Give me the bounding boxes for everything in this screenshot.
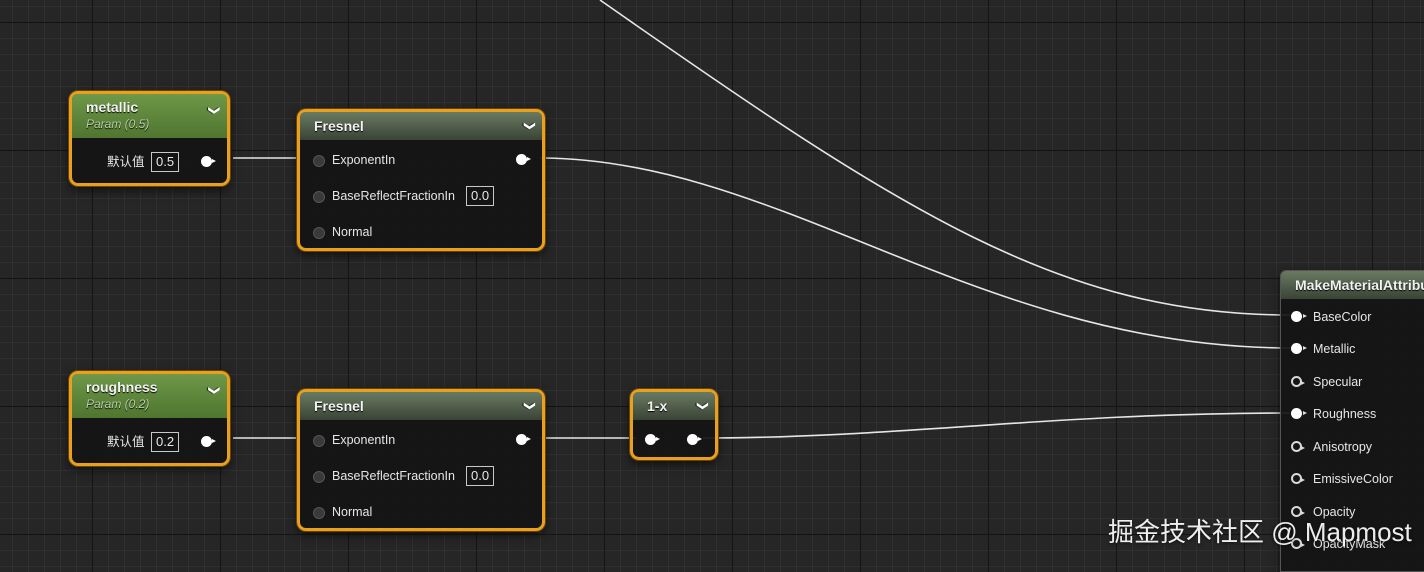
chevron-down-icon[interactable]: ❯ xyxy=(515,401,543,410)
pin-label: ExponentIn xyxy=(332,153,396,167)
node-header[interactable]: MakeMaterialAttributes xyxy=(1281,271,1424,299)
pin-label: ExponentIn xyxy=(332,433,396,447)
node-title: Fresnel xyxy=(314,398,364,414)
pin-roughness[interactable]: Roughness xyxy=(1281,404,1424,424)
pin-exponentin[interactable]: ExponentIn xyxy=(300,150,542,170)
chevron-down-icon[interactable]: ❯ xyxy=(515,121,543,130)
input-pin[interactable] xyxy=(313,471,325,483)
base-reflect-value-field[interactable]: 0.0 xyxy=(466,186,495,206)
pin-normal[interactable]: Normal xyxy=(300,502,542,522)
fresnel-node-1[interactable]: Fresnel ❯ ExponentIn BaseReflectFraction… xyxy=(297,109,545,251)
roughness-param-node[interactable]: roughness Param (0.2) ❯ 默认值 0.2 xyxy=(69,371,230,466)
node-title: Fresnel xyxy=(314,118,364,134)
node-header[interactable]: Fresnel ❯ xyxy=(300,112,542,140)
pin-normal[interactable]: Normal xyxy=(300,222,542,242)
fresnel-node-2[interactable]: Fresnel ❯ ExponentIn BaseReflectFraction… xyxy=(297,389,545,531)
output-pin[interactable] xyxy=(201,436,216,447)
pin-row xyxy=(633,430,715,450)
chevron-down-icon[interactable]: ❯ xyxy=(208,106,221,115)
default-value-row: 默认值 0.2 xyxy=(72,432,227,452)
base-reflect-value-field[interactable]: 0.0 xyxy=(466,466,495,486)
input-pin[interactable] xyxy=(313,191,325,203)
node-title: metallic xyxy=(86,99,139,115)
pin-specular[interactable]: Specular xyxy=(1281,372,1424,392)
node-title: MakeMaterialAttributes xyxy=(1295,277,1424,293)
pin-label: BaseReflectFractionIn xyxy=(332,189,455,203)
pin-label: EmissiveColor xyxy=(1313,472,1393,486)
input-pin[interactable] xyxy=(1291,441,1305,452)
pin-basecolor[interactable]: BaseColor xyxy=(1281,307,1424,327)
node-title: 1-x xyxy=(647,398,668,414)
wire-layer xyxy=(233,0,1291,439)
input-pin[interactable] xyxy=(645,434,660,445)
one-minus-node[interactable]: 1-x ❯ xyxy=(630,389,718,460)
pin-label: Normal xyxy=(332,505,373,519)
pin-label: Specular xyxy=(1313,375,1363,389)
pin-basereflectfractionin[interactable]: BaseReflectFractionIn 0.0 xyxy=(300,466,542,486)
default-value-label: 默认值 xyxy=(107,435,145,449)
output-pin[interactable] xyxy=(516,154,531,165)
input-pin[interactable] xyxy=(1291,408,1307,419)
pin-label: BaseColor xyxy=(1313,310,1372,324)
input-pin[interactable] xyxy=(313,155,325,167)
pin-metallic[interactable]: Metallic xyxy=(1281,339,1424,359)
pin-label: BaseReflectFractionIn xyxy=(332,469,455,483)
pin-label: Metallic xyxy=(1313,342,1356,356)
pin-label: Roughness xyxy=(1313,407,1377,421)
pin-label: Normal xyxy=(332,225,373,239)
node-header[interactable]: Fresnel ❯ xyxy=(300,392,542,420)
pin-anisotropy[interactable]: Anisotropy xyxy=(1281,437,1424,457)
pin-basereflectfractionin[interactable]: BaseReflectFractionIn 0.0 xyxy=(300,186,542,206)
input-pin[interactable] xyxy=(1291,473,1305,484)
node-title: roughness xyxy=(86,379,158,395)
default-value-field[interactable]: 0.5 xyxy=(151,152,180,172)
default-value-label: 默认值 xyxy=(107,155,145,169)
input-pin[interactable] xyxy=(313,435,325,447)
watermark: 掘金技术社区 @ Mapmost xyxy=(1108,517,1412,547)
input-pin[interactable] xyxy=(1291,311,1307,322)
metallic-param-node[interactable]: metallic Param (0.5) ❯ 默认值 0.5 xyxy=(69,91,230,186)
node-header[interactable]: metallic Param (0.5) ❯ xyxy=(72,94,227,138)
chevron-down-icon[interactable]: ❯ xyxy=(688,401,716,410)
output-pin[interactable] xyxy=(201,156,216,167)
wire-fresnel-metallic xyxy=(539,157,1291,349)
wire-basecolor xyxy=(599,0,1291,316)
pin-emissivecolor[interactable]: EmissiveColor xyxy=(1281,469,1424,489)
input-pin[interactable] xyxy=(1291,376,1305,387)
node-subtitle: Param (0.5) xyxy=(86,117,150,131)
node-header[interactable]: roughness Param (0.2) ❯ xyxy=(72,374,227,418)
node-subtitle: Param (0.2) xyxy=(86,397,150,411)
output-pin[interactable] xyxy=(687,434,702,445)
wire-oneminus-roughness xyxy=(702,412,1291,439)
input-pin[interactable] xyxy=(313,507,325,519)
input-pin[interactable] xyxy=(1291,343,1307,354)
default-value-field[interactable]: 0.2 xyxy=(151,432,180,452)
pin-exponentin[interactable]: ExponentIn xyxy=(300,430,542,450)
default-value-row: 默认值 0.5 xyxy=(72,152,227,172)
node-header[interactable]: 1-x ❯ xyxy=(633,392,715,420)
input-pin[interactable] xyxy=(313,227,325,239)
chevron-down-icon[interactable]: ❯ xyxy=(208,386,221,395)
pin-label: Anisotropy xyxy=(1313,440,1373,454)
output-pin[interactable] xyxy=(516,434,531,445)
